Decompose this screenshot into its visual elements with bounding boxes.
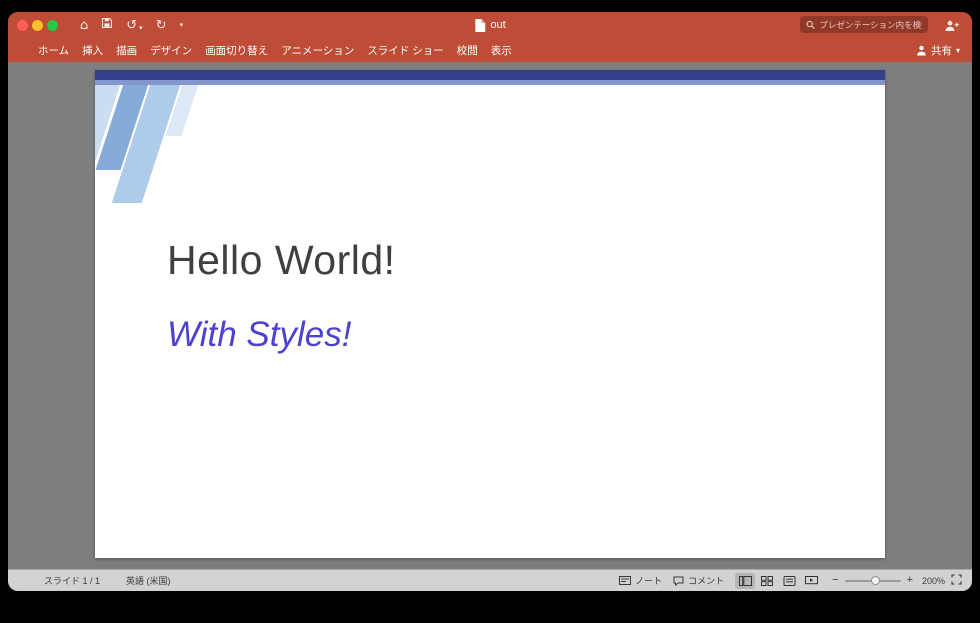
reading-view-button[interactable] [779, 573, 799, 589]
chevron-down-icon: ▾ [955, 45, 960, 55]
status-bar: スライド 1 / 1 英語 (米国) ノート コメント − + 200% [8, 569, 972, 591]
tab-slideshow[interactable]: スライド ショー [367, 43, 443, 58]
tab-transitions[interactable]: 画面切り替え [205, 43, 268, 58]
share-person-icon [917, 45, 926, 55]
slide-counter: スライド 1 / 1 [44, 576, 101, 586]
document-icon [475, 18, 486, 32]
notes-icon [619, 576, 632, 585]
normal-view-button[interactable] [735, 572, 756, 589]
traffic-lights [17, 19, 58, 31]
tab-draw[interactable]: 描画 [116, 43, 137, 58]
slide-top-band-light [95, 80, 885, 85]
undo-button[interactable]: ↺ ▾ [126, 19, 142, 32]
search-input[interactable]: プレゼンテーション内を検索 [800, 16, 928, 33]
tab-design[interactable]: デザイン [150, 43, 192, 58]
tab-review[interactable]: 校閲 [457, 43, 478, 58]
share-button[interactable]: 共有 ▾ [916, 43, 960, 58]
close-button[interactable] [17, 19, 28, 31]
redo-icon[interactable]: ↻ [156, 19, 167, 32]
tab-home[interactable]: ホーム [38, 43, 69, 58]
view-switcher [735, 572, 821, 589]
comment-icon [673, 576, 684, 586]
zoom-level[interactable]: 200% [919, 576, 945, 586]
tab-insert[interactable]: 挿入 [82, 43, 103, 58]
save-button[interactable] [101, 16, 113, 34]
comments-button[interactable]: コメント [673, 574, 724, 587]
editor-canvas: Hello World! With Styles! [8, 62, 972, 569]
slide-sorter-icon [761, 575, 774, 586]
notes-button[interactable]: ノート [619, 574, 662, 587]
slide-canvas[interactable]: Hello World! With Styles! [95, 70, 885, 558]
document-title-group: out [474, 12, 506, 38]
zoom-slider[interactable] [844, 576, 901, 586]
zoom-slider-thumb[interactable] [870, 576, 880, 585]
minimize-button[interactable] [32, 19, 43, 31]
slideshow-button[interactable] [801, 573, 821, 589]
slideshow-icon [804, 575, 818, 584]
slide-title-textbox[interactable]: Hello World! [167, 237, 396, 283]
comments-label: コメント [688, 576, 725, 586]
normal-view-icon [738, 575, 752, 586]
undo-chevron-icon: ▾ [139, 23, 143, 32]
tab-view[interactable]: 表示 [491, 43, 512, 58]
slide-subtitle-textbox[interactable]: With Styles! [167, 315, 351, 355]
zoom-in-button[interactable]: + [907, 575, 913, 586]
tab-animations[interactable]: アニメーション [281, 43, 354, 58]
undo-icon: ↺ [126, 17, 138, 33]
powerpoint-window: ⌂ ↺ ▾ ↻ ▾ out プレゼンテーション内を検索 ホーム 挿入 描画 デザ… [8, 12, 972, 591]
language-indicator[interactable]: 英語 (米国) [126, 574, 171, 587]
fit-slide-to-window-button[interactable] [951, 574, 962, 587]
zoom-controls: − + 200% [832, 574, 962, 587]
home-icon[interactable]: ⌂ [80, 19, 88, 32]
slide-top-band-dark [95, 70, 885, 80]
add-person-icon [945, 20, 959, 31]
slide-sorter-button[interactable] [757, 573, 777, 589]
ribbon-tab-bar: ホーム 挿入 描画 デザイン 画面切り替え アニメーション スライド ショー 校… [8, 38, 972, 62]
zoom-out-button[interactable]: − [832, 575, 838, 586]
document-title: out [490, 19, 506, 31]
fit-window-icon [951, 574, 962, 585]
notes-label: ノート [635, 576, 663, 586]
titlebar: ⌂ ↺ ▾ ↻ ▾ out プレゼンテーション内を検索 [8, 12, 972, 38]
toolbar-options-chevron-icon[interactable]: ▾ [180, 21, 184, 29]
add-people-button[interactable] [944, 19, 960, 37]
search-icon [806, 20, 815, 29]
reading-view-icon [783, 575, 796, 586]
zoom-window-button[interactable] [47, 19, 58, 31]
share-label: 共有 [930, 44, 952, 57]
search-placeholder: プレゼンテーション内を検索 [819, 19, 922, 30]
quick-access-toolbar: ⌂ ↺ ▾ ↻ ▾ [80, 16, 183, 34]
save-icon [102, 17, 113, 29]
